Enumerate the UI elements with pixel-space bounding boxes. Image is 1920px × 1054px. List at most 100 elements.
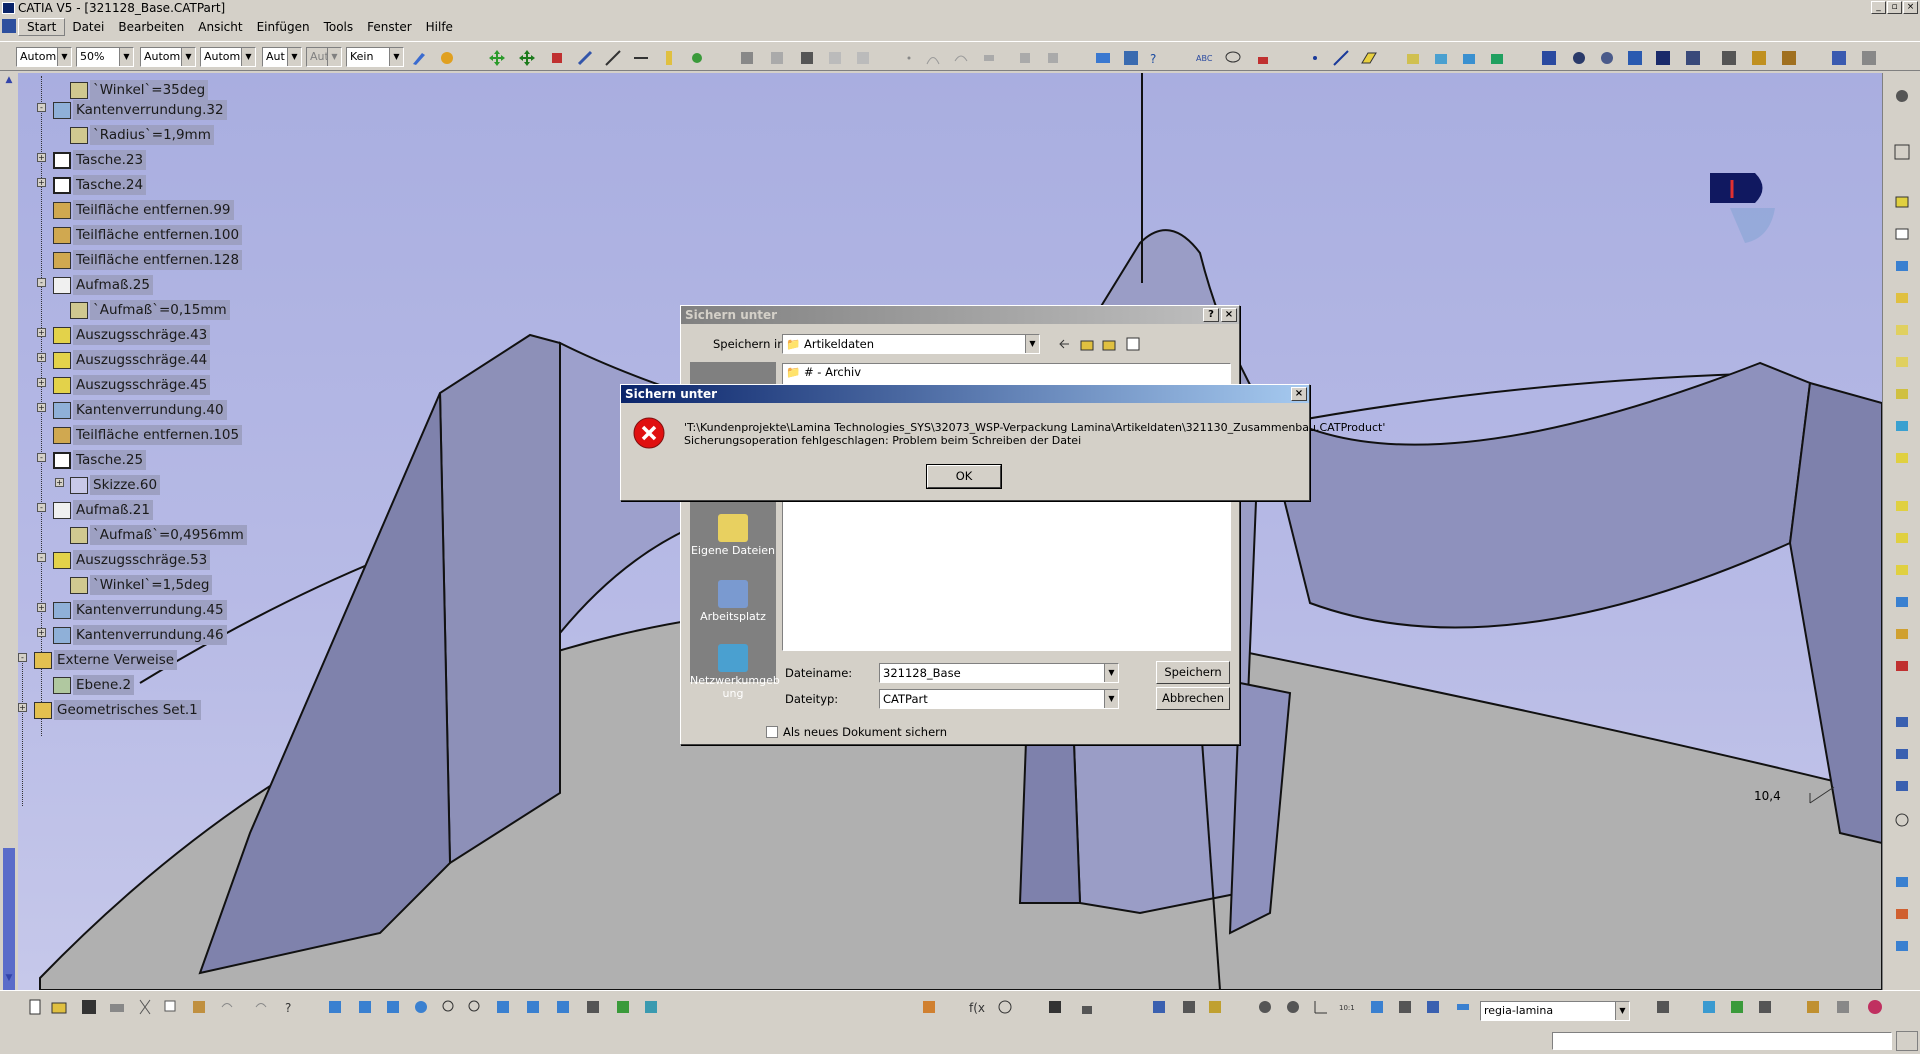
tree-node[interactable]: `Radius`=1,9mm — [70, 123, 214, 147]
material-icon[interactable] — [1728, 998, 1746, 1016]
analysis-icon[interactable] — [1893, 873, 1911, 891]
assembly-icon[interactable] — [1044, 49, 1062, 67]
chamfer-icon[interactable] — [1893, 449, 1911, 467]
options-icon[interactable] — [1834, 998, 1852, 1016]
gear-icon[interactable] — [1893, 87, 1911, 105]
close-button[interactable]: × — [1903, 1, 1918, 14]
measure-icon[interactable] — [1893, 811, 1911, 829]
close-button[interactable]: × — [1291, 387, 1307, 401]
thickness-icon[interactable] — [1893, 561, 1911, 579]
menu-datei[interactable]: Datei — [65, 17, 111, 37]
shading-icon[interactable] — [584, 998, 602, 1016]
pocket-icon[interactable] — [1893, 225, 1911, 243]
redo-icon[interactable] — [252, 998, 270, 1016]
multi-view-icon[interactable] — [524, 998, 542, 1016]
tree-node[interactable]: `Aufmaß`=0,4956mm — [70, 523, 247, 547]
power-input-icon[interactable] — [1896, 1031, 1918, 1051]
rib-icon[interactable] — [1893, 321, 1911, 339]
rotate-icon[interactable] — [412, 998, 430, 1016]
cut-icon[interactable] — [136, 998, 154, 1016]
help-cursor-icon[interactable]: ? — [1148, 49, 1166, 67]
table-icon[interactable] — [1046, 998, 1064, 1016]
sketch-icon[interactable] — [1094, 49, 1112, 67]
hand-cursor-icon[interactable] — [1284, 998, 1302, 1016]
copy-icon[interactable] — [162, 998, 180, 1016]
style-combo[interactable]: Aut ▼ — [262, 47, 302, 67]
tree-node[interactable]: Tasche.23 — [53, 148, 147, 172]
lock-icon[interactable] — [1078, 998, 1096, 1016]
up-folder-icon[interactable] — [1079, 336, 1095, 352]
paste-icon[interactable] — [190, 998, 208, 1016]
ok-button[interactable]: OK — [926, 464, 1002, 489]
scroll-down-icon[interactable]: ▼ — [2, 973, 16, 987]
pad-icon[interactable] — [1893, 193, 1911, 211]
filename-input[interactable]: 321128_Base ▼ — [879, 663, 1119, 683]
tree-expander[interactable]: + — [55, 478, 64, 487]
tree-icon[interactable] — [1720, 49, 1738, 67]
eraser-icon[interactable] — [1454, 998, 1472, 1016]
open-folder-icon[interactable] — [50, 998, 68, 1016]
place-network[interactable]: Netzwerkumgeb ung — [690, 644, 780, 700]
thread-icon[interactable] — [1893, 593, 1911, 611]
options-icon[interactable] — [1830, 49, 1848, 67]
new-folder-icon[interactable] — [1101, 336, 1117, 352]
hammer-icon[interactable] — [1780, 49, 1798, 67]
undo-icon[interactable] — [218, 998, 236, 1016]
line-type-combo[interactable]: Automa ▼ — [16, 47, 72, 67]
tree-node[interactable]: Auszugsschräge.43 — [53, 323, 211, 347]
place-my-computer[interactable]: Arbeitsplatz — [690, 580, 776, 623]
zoom-combo[interactable]: 50% ▼ — [76, 47, 134, 67]
boolean-icon[interactable] — [1460, 49, 1478, 67]
tree-expander[interactable]: + — [37, 378, 46, 387]
close-button[interactable]: × — [1221, 308, 1237, 322]
back-icon[interactable] — [1057, 336, 1073, 352]
document-menu-icon[interactable] — [2, 19, 16, 33]
draft-icon[interactable] — [1893, 497, 1911, 515]
shaft-icon[interactable] — [1893, 257, 1911, 275]
iso-view-icon[interactable] — [554, 998, 572, 1016]
menu-einfuegen[interactable]: Einfügen — [250, 17, 317, 37]
tree-node[interactable]: Teilfläche entfernen.100 — [53, 223, 243, 247]
pattern-icon[interactable] — [1893, 745, 1911, 763]
tree-expander[interactable]: + — [37, 353, 46, 362]
pan-icon[interactable] — [384, 998, 402, 1016]
list-item[interactable]: 📁 # - Archiv — [786, 364, 1230, 380]
mirror-icon[interactable] — [1893, 777, 1911, 795]
comment-icon[interactable] — [996, 998, 1014, 1016]
pad-icon[interactable] — [1404, 49, 1422, 67]
new-file-icon[interactable] — [26, 998, 44, 1016]
move-icon[interactable] — [488, 49, 506, 67]
menu-fenster[interactable]: Fenster — [360, 17, 419, 37]
pattern-combo[interactable]: Kein ▼ — [346, 47, 404, 67]
fly-icon[interactable] — [326, 998, 344, 1016]
list-icon[interactable] — [1424, 998, 1442, 1016]
menu-ansicht[interactable]: Ansicht — [191, 17, 249, 37]
fillet-icon[interactable] — [1893, 417, 1911, 435]
tree-node[interactable]: Auszugsschräge.44 — [53, 348, 211, 372]
tree-node[interactable]: Teilfläche entfernen.128 — [53, 248, 243, 272]
snap-icon[interactable] — [548, 49, 566, 67]
formula-icon[interactable] — [854, 49, 872, 67]
restore-button[interactable]: ▫ — [1887, 1, 1902, 14]
menu-hilfe[interactable]: Hilfe — [419, 17, 460, 37]
dot-icon[interactable] — [1306, 49, 1324, 67]
normal-view-icon[interactable] — [494, 998, 512, 1016]
tree-expander[interactable]: + — [18, 703, 27, 712]
diagonal-line-icon[interactable] — [1332, 49, 1350, 67]
loft-icon[interactable] — [1893, 385, 1911, 403]
tree-expander[interactable]: + — [37, 603, 46, 612]
curve-icon[interactable] — [952, 49, 970, 67]
print-icon[interactable] — [108, 998, 126, 1016]
apply-material-icon[interactable] — [1893, 937, 1911, 955]
tree-expander[interactable]: + — [37, 153, 46, 162]
tree-node[interactable]: Tasche.24 — [53, 173, 147, 197]
gears-icon[interactable] — [1598, 49, 1616, 67]
rotate-icon[interactable] — [518, 49, 536, 67]
boolean-icon[interactable] — [1893, 713, 1911, 731]
zoom-out-icon[interactable] — [466, 998, 484, 1016]
compass-widget[interactable] — [1700, 168, 1800, 268]
tree-node[interactable]: Kantenverrundung.32 — [53, 98, 227, 122]
catalog-icon[interactable] — [738, 49, 756, 67]
render-shadow-icon[interactable] — [1756, 998, 1774, 1016]
hole-icon[interactable] — [1893, 289, 1911, 307]
